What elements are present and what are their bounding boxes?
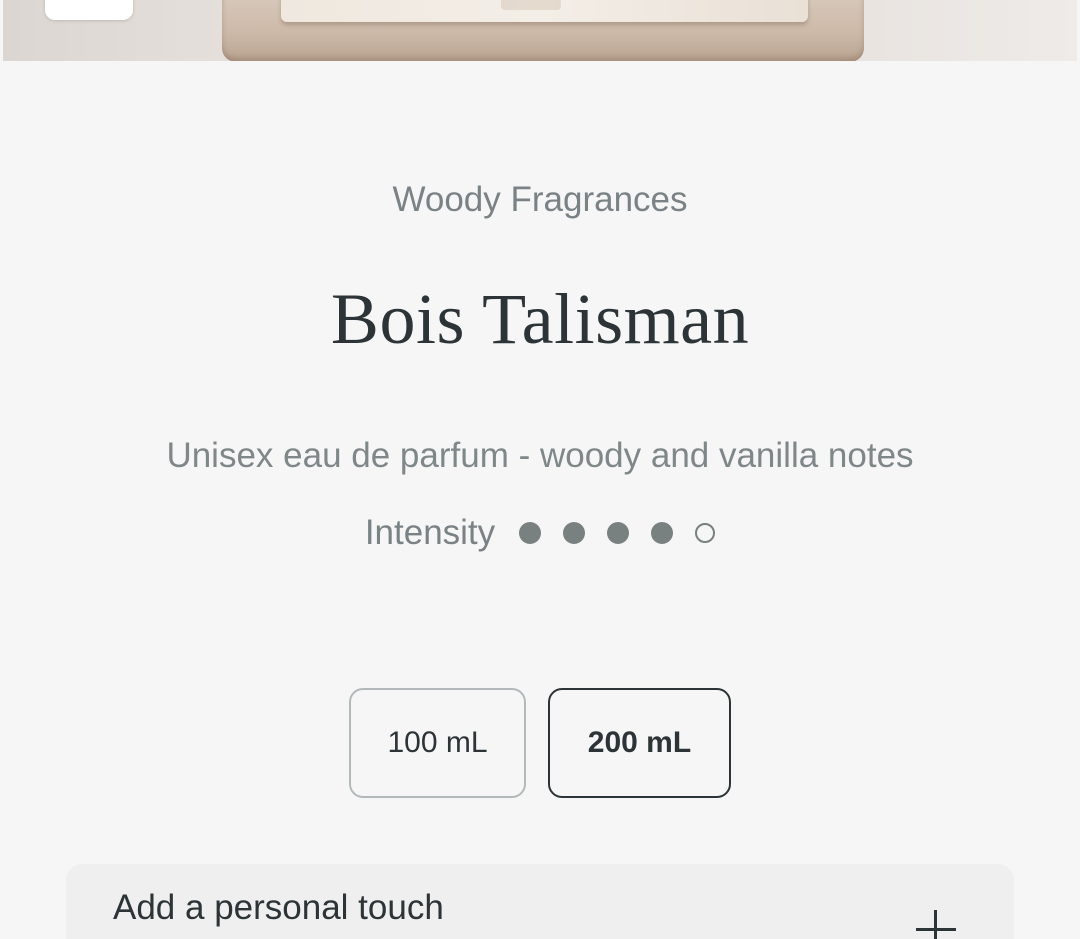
stone-box <box>281 0 808 22</box>
intensity-dots <box>519 522 716 544</box>
personal-touch-card[interactable]: Add a personal touch <box>66 864 1014 939</box>
product-title: Bois Talisman <box>330 279 750 359</box>
size-selector: 100 mL 200 mL <box>0 688 1080 798</box>
intensity-label: Intensity <box>364 513 496 552</box>
intensity-dot <box>563 522 586 544</box>
product-description: Unisex eau de parfum - woody and vanilla… <box>166 436 914 475</box>
intensity-dot <box>607 522 630 544</box>
product-hero-image <box>3 0 1077 61</box>
size-option-100ml[interactable]: 100 mL <box>349 688 526 798</box>
size-option-200ml[interactable]: 200 mL <box>548 688 731 798</box>
product-page: Woody Fragrances Bois Talisman Unisex ea… <box>0 0 1080 939</box>
back-button[interactable] <box>45 0 133 20</box>
plus-icon[interactable] <box>916 910 956 939</box>
personal-touch-title: Add a personal touch <box>113 888 444 927</box>
product-category: Woody Fragrances <box>392 180 688 219</box>
intensity-dot <box>651 522 674 544</box>
intensity-dot <box>519 522 542 544</box>
intensity-rating: Intensity <box>0 508 1080 558</box>
intensity-dot <box>695 523 716 543</box>
